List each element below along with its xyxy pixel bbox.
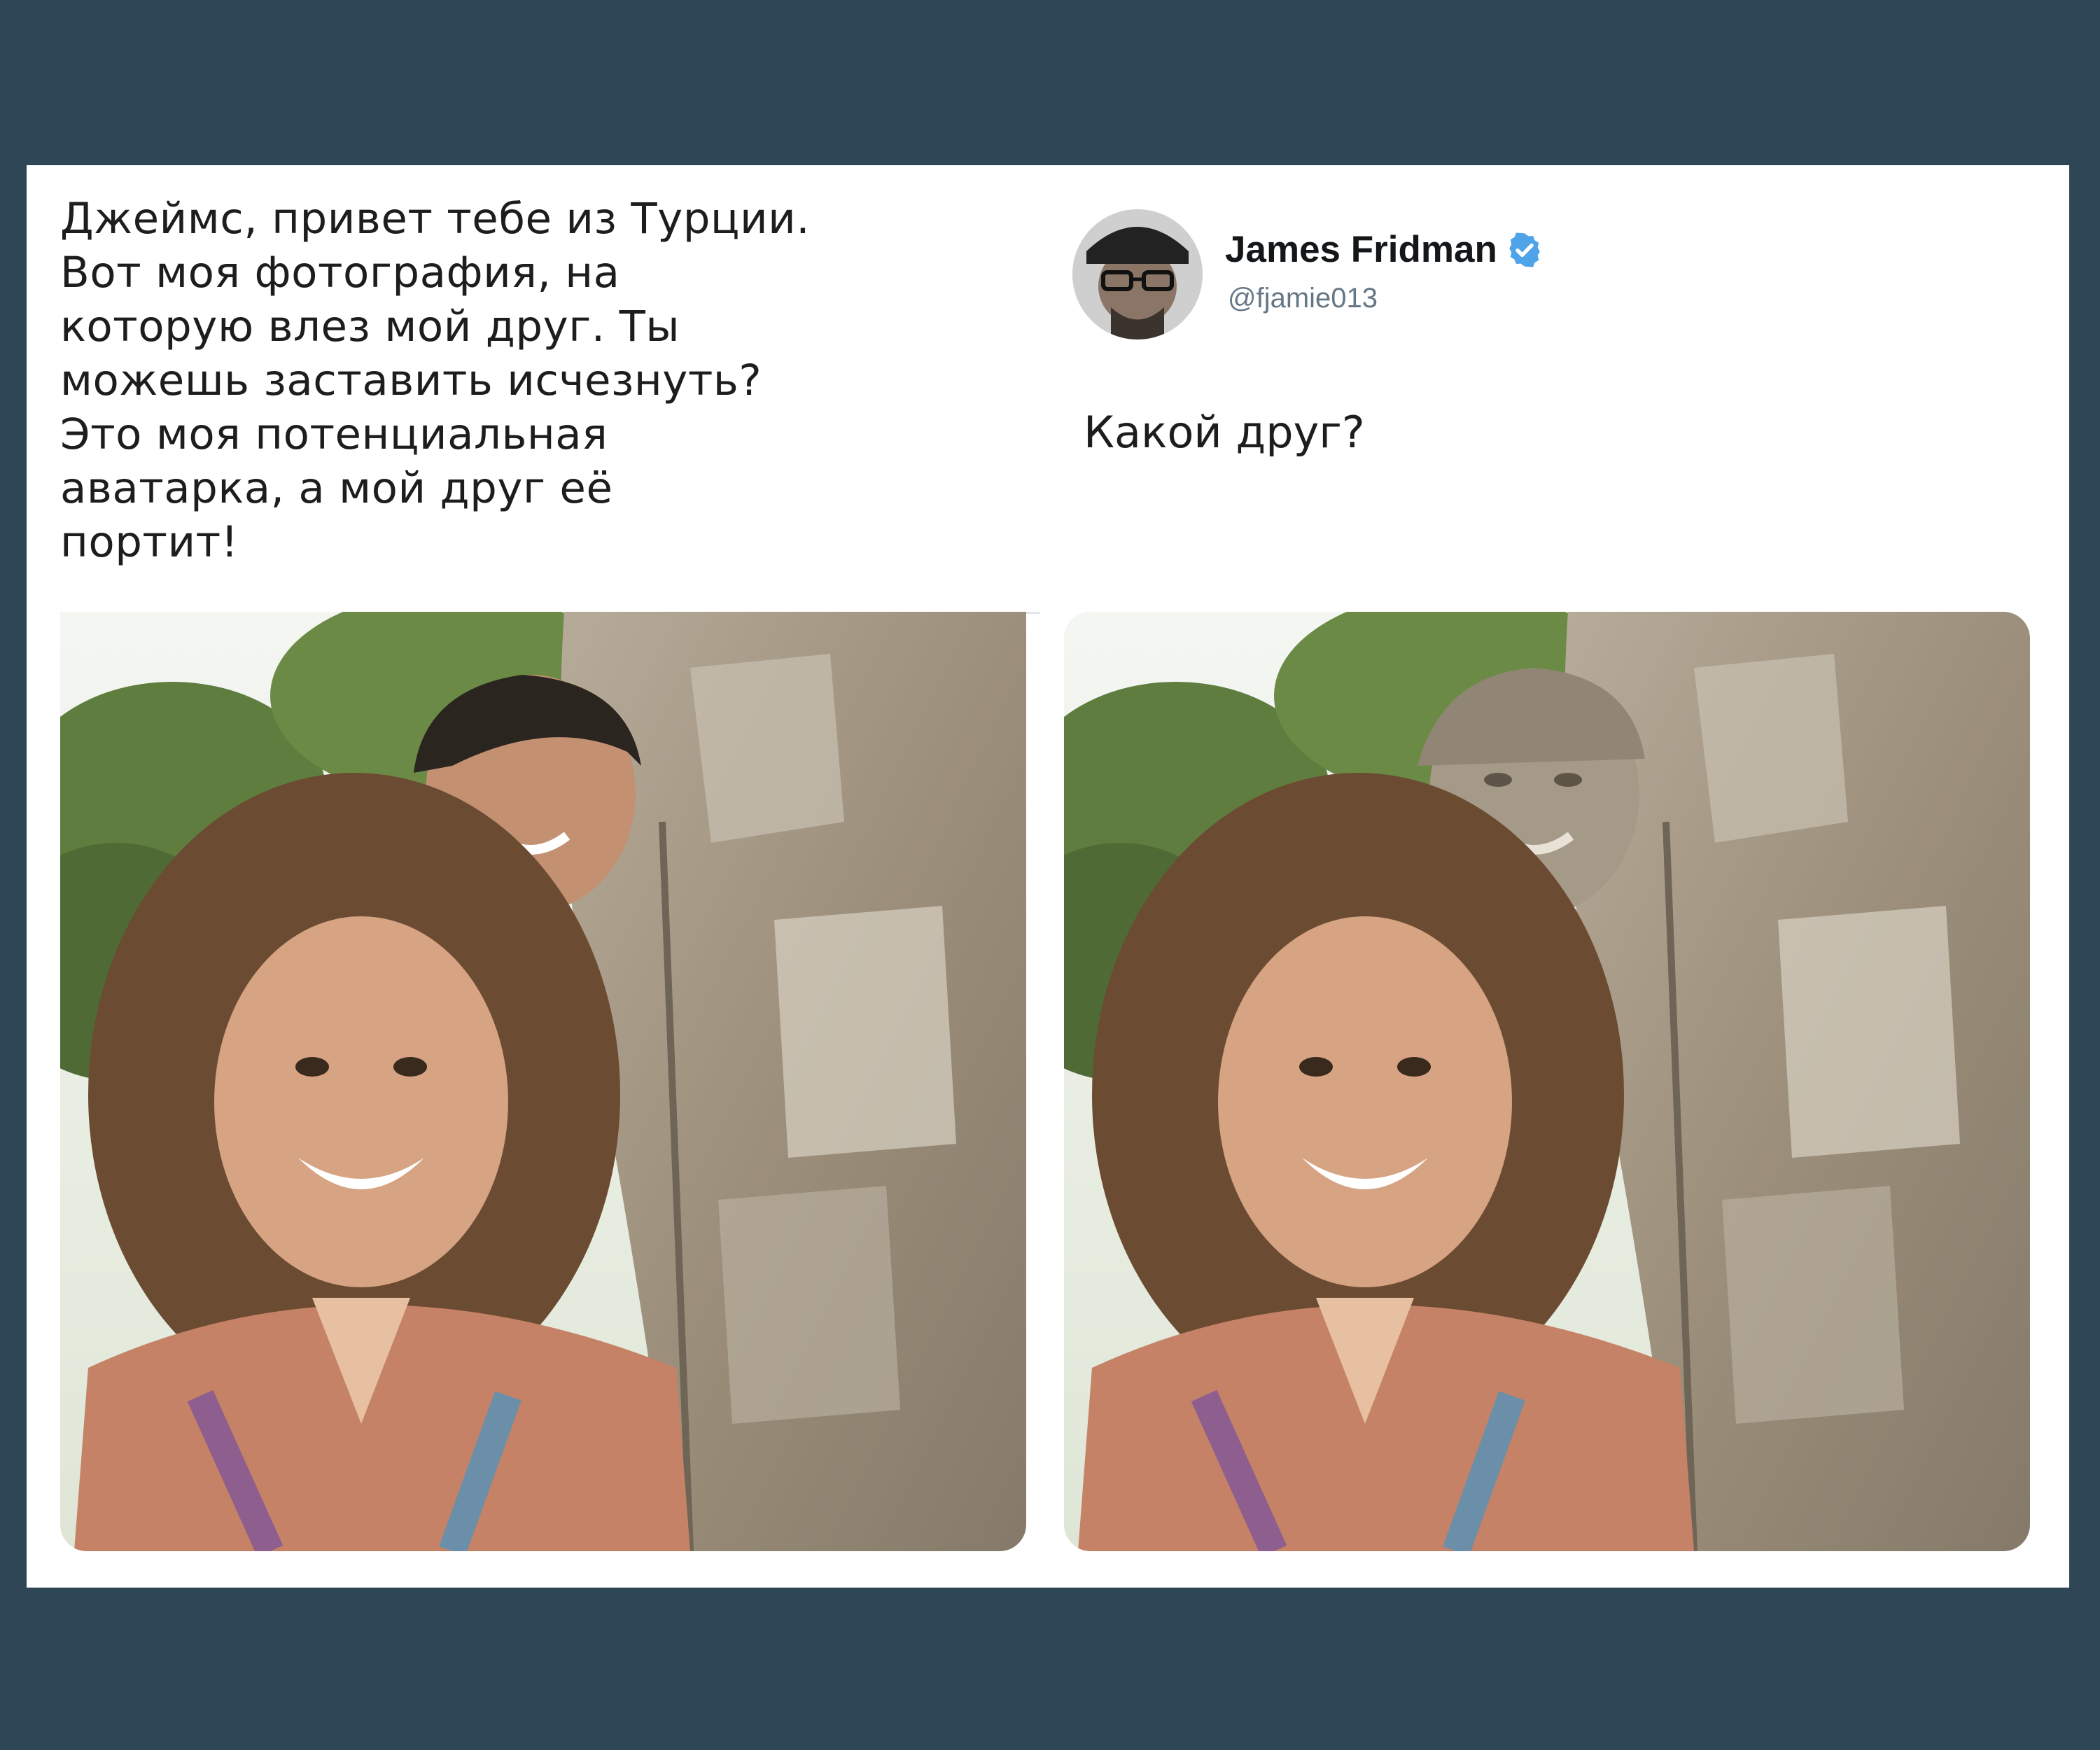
avatar-image (1072, 209, 1203, 340)
user-avatar[interactable] (1072, 209, 1203, 340)
edited-photo-image (1064, 612, 2030, 1551)
verified-badge-icon (1509, 232, 1540, 267)
reply-text: Какой друг? (1084, 407, 1365, 458)
user-handle[interactable]: @fjamie013 (1228, 283, 1378, 314)
original-photo[interactable] (60, 612, 1026, 1551)
request-text: Джеймс, привет тебе из Турции. Вот моя ф… (60, 194, 811, 567)
meme-card: Джеймс, привет тебе из Турции. Вот моя ф… (27, 165, 2069, 1588)
display-name-text: James Fridman (1225, 229, 1497, 270)
original-photo-image (60, 612, 1026, 1551)
display-name[interactable]: James Fridman (1225, 228, 1544, 271)
edited-photo[interactable] (1064, 612, 2030, 1551)
